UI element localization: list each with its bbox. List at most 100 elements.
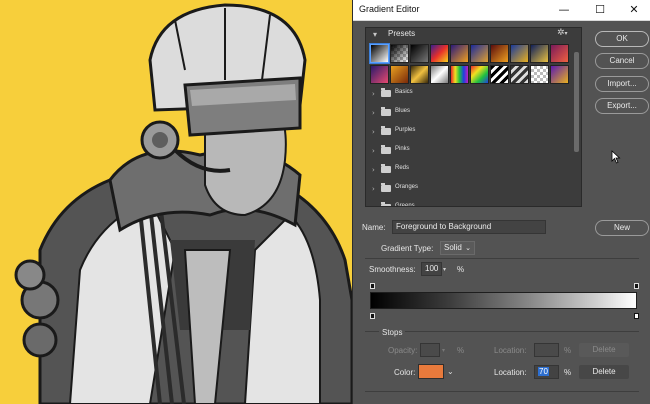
maximize-button[interactable]: ☐	[585, 0, 615, 20]
opacity-label: Opacity:	[388, 346, 418, 355]
presets-panel: ▾ Presets ✲▾ › Basics › Blues › Purples › Pinks…	[365, 27, 582, 207]
preset-swatch[interactable]	[390, 65, 409, 84]
color-location-value: 70	[538, 367, 549, 376]
smoothness-unit: %	[457, 265, 465, 274]
preset-folder-label: Pinks	[395, 146, 410, 152]
chevron-down-icon[interactable]: ▾	[442, 347, 445, 354]
new-button[interactable]: New	[595, 220, 649, 236]
preset-folder-label: Basics	[395, 89, 413, 95]
preset-swatch[interactable]	[410, 65, 429, 84]
chevron-down-icon[interactable]: ▾	[373, 30, 377, 39]
folder-icon	[381, 88, 391, 97]
preset-swatch-grid	[369, 42, 570, 86]
preset-swatch[interactable]	[550, 65, 569, 84]
color-location-label: Location:	[494, 368, 527, 377]
preset-folder-greens[interactable]: › Greens	[370, 200, 570, 206]
export-button[interactable]: Export...	[595, 98, 649, 114]
cancel-button[interactable]: Cancel	[595, 53, 649, 69]
preset-swatch[interactable]	[450, 44, 469, 63]
chevron-down-icon[interactable]: ▾	[443, 266, 446, 273]
folder-icon	[381, 164, 391, 173]
import-button[interactable]: Import...	[595, 76, 649, 92]
preset-swatch[interactable]	[370, 65, 389, 84]
chevron-right-icon[interactable]: ›	[372, 128, 375, 136]
ok-button[interactable]: OK	[595, 31, 649, 47]
preset-swatch[interactable]	[530, 65, 549, 84]
preset-folder-basics[interactable]: › Basics	[370, 86, 570, 104]
delete-color-stop-button[interactable]: Delete	[579, 365, 629, 379]
preset-swatch[interactable]	[470, 65, 489, 84]
gradient-preview-bar[interactable]	[370, 292, 637, 309]
chevron-right-icon[interactable]: ›	[372, 185, 375, 193]
stops-label: Stops	[379, 328, 406, 337]
chevron-right-icon[interactable]: ›	[372, 204, 375, 206]
opacity-input[interactable]	[420, 343, 440, 357]
gear-icon[interactable]: ✲▾	[557, 28, 568, 38]
preset-swatch[interactable]	[369, 43, 390, 64]
smoothness-label: Smoothness:	[369, 265, 416, 274]
folder-icon	[381, 107, 391, 116]
preset-swatch[interactable]	[490, 65, 509, 84]
color-stop-right[interactable]	[634, 313, 639, 319]
name-input[interactable]: Foreground to Background	[392, 220, 546, 234]
smoothness-input[interactable]: 100	[421, 262, 442, 276]
chevron-right-icon[interactable]: ›	[372, 147, 375, 155]
color-stop-left[interactable]	[370, 313, 375, 319]
preset-folder-reds[interactable]: › Reds	[370, 162, 570, 180]
chevron-right-icon[interactable]: ›	[372, 166, 375, 174]
delete-opacity-stop-button[interactable]: Delete	[579, 343, 629, 357]
preset-folder-blues[interactable]: › Blues	[370, 105, 570, 123]
color-stop-swatch[interactable]	[418, 364, 444, 379]
illustration-image	[0, 0, 352, 404]
chevron-right-icon[interactable]: ›	[372, 109, 375, 117]
divider	[365, 391, 639, 392]
color-location-unit: %	[564, 368, 572, 377]
preset-swatch[interactable]	[450, 65, 469, 84]
title-bar: Gradient Editor — ☐ ✕	[353, 0, 650, 21]
gradient-editor-dialog: Gradient Editor — ☐ ✕ ▾ Presets ✲▾ › Basi…	[352, 0, 650, 404]
color-label: Color:	[394, 368, 416, 377]
preset-swatch[interactable]	[390, 44, 409, 63]
close-button[interactable]: ✕	[619, 0, 649, 20]
minimize-button[interactable]: —	[549, 0, 579, 20]
gradient-type-value: Solid	[444, 243, 462, 252]
presets-header[interactable]: ▾ Presets ✲▾	[366, 28, 583, 42]
preset-swatch[interactable]	[430, 44, 449, 63]
preset-swatch[interactable]	[410, 44, 429, 63]
presets-scrollbar[interactable]	[572, 42, 581, 206]
preset-folder-purples[interactable]: › Purples	[370, 124, 570, 142]
preset-swatch[interactable]	[530, 44, 549, 63]
chevron-right-icon[interactable]: ›	[372, 90, 375, 98]
gradient-type-select[interactable]: Solid ⌄	[440, 241, 475, 255]
preset-swatch[interactable]	[470, 44, 489, 63]
preset-folder-label: Blues	[395, 108, 411, 114]
preset-swatch[interactable]	[430, 65, 449, 84]
preset-folder-oranges[interactable]: › Oranges	[370, 181, 570, 199]
opacity-unit: %	[457, 346, 465, 355]
opacity-stop-left[interactable]	[370, 283, 375, 289]
preset-swatch[interactable]	[550, 44, 569, 63]
folder-icon	[381, 183, 391, 192]
name-label: Name:	[362, 223, 386, 232]
preset-folder-list: › Basics › Blues › Purples › Pinks › Reds › Oranges…	[370, 86, 570, 206]
opacity-stop-right[interactable]	[634, 283, 639, 289]
chevron-down-icon: ⌄	[465, 244, 471, 252]
color-location-input[interactable]: 70	[534, 365, 559, 379]
divider	[365, 258, 639, 259]
preset-folder-label: Reds	[395, 165, 410, 171]
opacity-location-label: Location:	[494, 346, 527, 355]
chevron-down-icon[interactable]: ⌄	[447, 367, 454, 376]
folder-icon	[381, 145, 391, 154]
canvas-artwork	[0, 0, 352, 404]
opacity-location-input[interactable]	[534, 343, 559, 357]
preset-swatch[interactable]	[510, 65, 529, 84]
preset-swatch[interactable]	[510, 44, 529, 63]
divider	[365, 331, 639, 332]
folder-icon	[381, 202, 391, 206]
folder-icon	[381, 126, 391, 135]
gradient-type-label: Gradient Type:	[381, 244, 434, 253]
preset-swatch[interactable]	[490, 44, 509, 63]
preset-folder-pinks[interactable]: › Pinks	[370, 143, 570, 161]
scrollbar-thumb[interactable]	[574, 52, 579, 152]
dialog-title: Gradient Editor	[359, 4, 420, 14]
